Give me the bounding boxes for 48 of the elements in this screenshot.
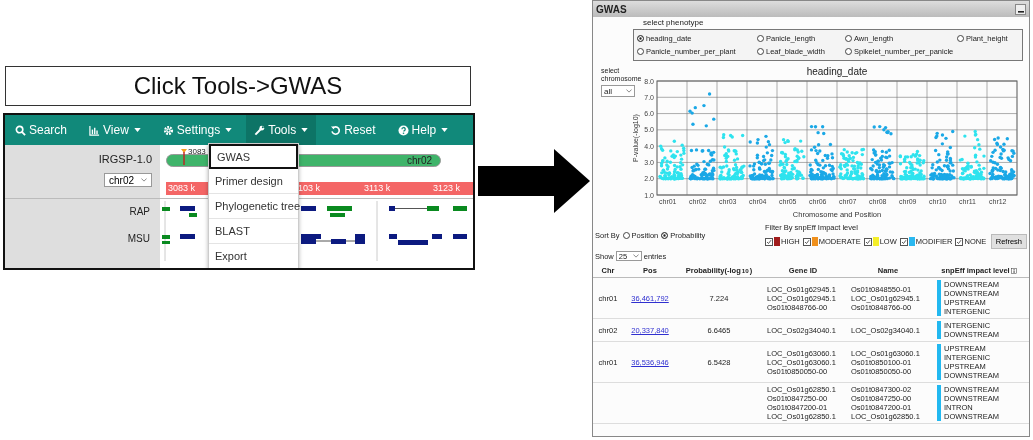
chromosome-select[interactable]: chr02 xyxy=(104,173,152,187)
bar-chart-icon xyxy=(89,124,101,136)
minimize-button[interactable] xyxy=(1015,3,1026,15)
caret-icon xyxy=(626,89,632,93)
wrench-icon xyxy=(254,124,266,136)
impact-bar xyxy=(937,385,941,421)
phenotype-label: select phenotype xyxy=(643,18,705,27)
position-marker-icon xyxy=(180,149,188,165)
caret-icon xyxy=(141,178,147,182)
track-label: MSU xyxy=(127,233,150,244)
ruler-label: 3083 k xyxy=(168,183,196,193)
right-arrow-icon xyxy=(478,149,590,213)
checkbox[interactable] xyxy=(802,237,811,246)
chart-title: heading_date xyxy=(806,66,868,77)
settings-icon xyxy=(162,124,174,136)
caret-icon xyxy=(632,254,639,258)
window-title: GWAS xyxy=(596,3,627,15)
dropdown-item[interactable]: BLAST xyxy=(209,219,298,244)
menu-item[interactable]: Tools xyxy=(246,115,317,145)
instruction-caption: Click Tools->GWAS xyxy=(5,66,471,106)
checkbox[interactable] xyxy=(899,237,908,246)
menu-item[interactable]: View xyxy=(81,115,149,145)
ruler-label: 3113 k xyxy=(364,183,391,193)
dropdown-item[interactable]: GWAS xyxy=(209,144,298,169)
info-icon xyxy=(1010,267,1017,274)
impact-bar xyxy=(937,344,941,380)
checkbox[interactable] xyxy=(863,237,872,246)
undo-icon xyxy=(330,124,342,136)
dropdown-item[interactable]: Export xyxy=(209,244,298,268)
track-label: RAP xyxy=(129,206,150,217)
chromosome-select[interactable]: all xyxy=(601,85,635,97)
chromosome-name: chr02 xyxy=(407,155,432,166)
ruler-label: 3123 k xyxy=(433,183,461,193)
search-icon xyxy=(15,124,26,136)
menu-item[interactable]: Settings xyxy=(154,115,241,145)
checkbox[interactable] xyxy=(765,237,773,246)
checkbox[interactable] xyxy=(955,237,964,246)
assembly-label: IRGSP-1.0 xyxy=(98,153,152,165)
impact-bar xyxy=(937,280,941,316)
help-icon xyxy=(397,124,409,136)
marker-label: 3083 xyxy=(188,147,206,156)
dropdown-item[interactable]: Primer design xyxy=(209,169,298,194)
menu-item[interactable]: Reset xyxy=(322,115,384,145)
impact-bar xyxy=(937,321,941,339)
menu-item[interactable]: Help xyxy=(389,115,457,145)
ruler-label: 103 k xyxy=(298,183,321,193)
dropdown-item[interactable]: Phylogenetic tree xyxy=(209,194,298,219)
menu-item[interactable]: Search xyxy=(7,115,76,145)
